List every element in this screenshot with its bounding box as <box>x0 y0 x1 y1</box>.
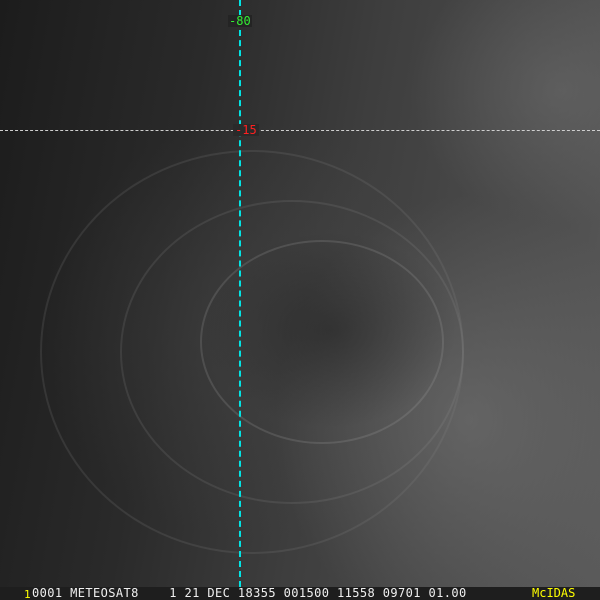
image-info: 0001 METEOSAT8 1 21 DEC 18355 001500 115… <box>32 586 467 600</box>
status-bar: 1 0001 METEOSAT8 1 21 DEC 18355 001500 1… <box>0 587 600 600</box>
frame-number: 1 <box>24 588 31 600</box>
latitude-label: -15 <box>233 123 259 137</box>
latitude-line <box>0 130 600 131</box>
satellite-image: -80 -15 1 0001 METEOSAT8 1 21 DEC 18355 … <box>0 0 600 600</box>
longitude-label: -80 <box>228 14 252 28</box>
cloud-band <box>200 240 444 444</box>
longitude-line <box>239 0 241 587</box>
mcidas-brand: McIDAS <box>532 586 576 600</box>
